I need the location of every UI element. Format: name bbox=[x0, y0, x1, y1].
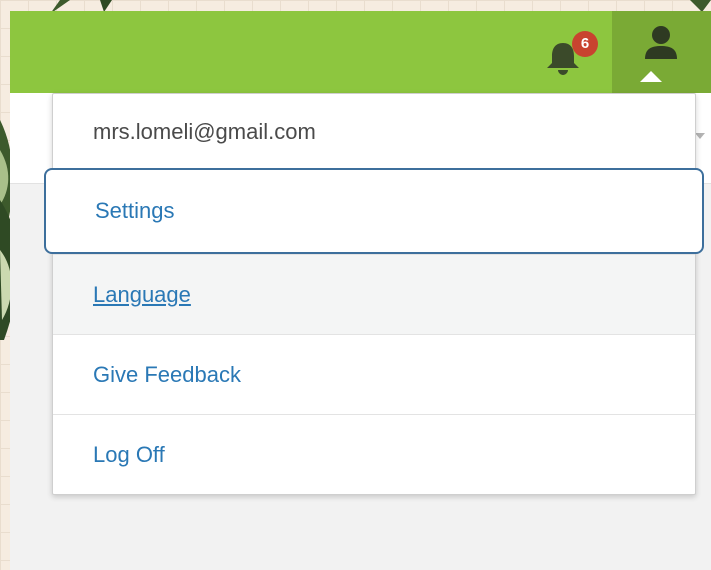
top-navigation-bar bbox=[10, 11, 711, 93]
notification-count-badge: 6 bbox=[572, 31, 598, 57]
user-icon bbox=[645, 26, 677, 59]
menu-item-settings[interactable]: Settings bbox=[44, 168, 704, 254]
account-email: mrs.lomeli@gmail.com bbox=[93, 119, 316, 144]
menu-item-give-feedback[interactable]: Give Feedback bbox=[53, 334, 695, 414]
menu-pointer-caret bbox=[640, 71, 662, 82]
menu-item-log-off[interactable]: Log Off bbox=[53, 414, 695, 494]
notifications-button[interactable]: 6 bbox=[536, 25, 598, 81]
user-dropdown-menu: mrs.lomeli@gmail.com Settings Language G… bbox=[44, 93, 704, 495]
menu-item-language[interactable]: Language bbox=[53, 254, 695, 334]
chevron-down-icon bbox=[695, 133, 705, 139]
